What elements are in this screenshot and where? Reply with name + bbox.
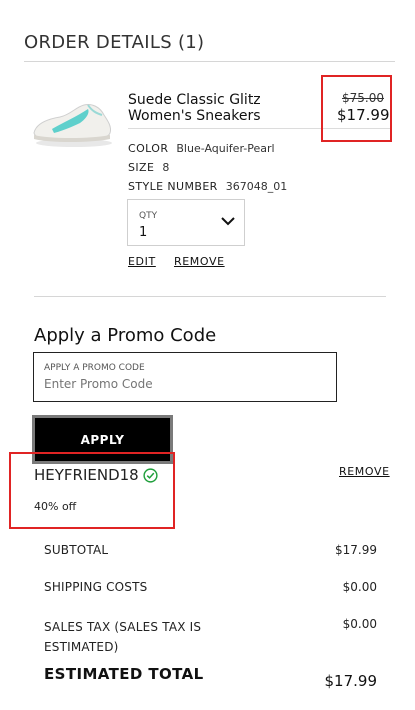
attribute-key: COLOR [128,142,169,155]
shipping-value: $0.00 [342,580,377,594]
attribute-color: COLOR Blue-Aquifer-Pearl [128,142,275,155]
quantity-value: 1 [139,225,148,240]
attribute-value: 367048_01 [225,180,288,193]
estimated-total-label: ESTIMATED TOTAL [44,665,204,683]
estimated-total-value: $17.99 [324,672,378,690]
chevron-down-icon[interactable] [221,216,235,226]
sales-tax-label-line1: SALES TAX (SALES TAX IS [44,620,202,634]
promo-highlight-box [9,452,175,529]
attribute-key: STYLE NUMBER [128,180,218,193]
remove-promo-link[interactable]: REMOVE [339,465,390,478]
promo-field-label: APPLY A PROMO CODE [44,363,145,373]
attribute-style-number: STYLE NUMBER 367048_01 [128,180,287,193]
edit-link[interactable]: EDIT [128,255,156,268]
product-name[interactable]: Suede Classic Glitz Women's Sneakers [128,92,298,124]
attribute-key: SIZE [128,161,155,174]
sales-tax-label: SALES TAX (SALES TAX IS ESTIMATED) [44,617,201,657]
remove-item-link[interactable]: REMOVE [174,255,225,268]
subtotal-label: SUBTOTAL [44,543,109,557]
price-highlight-box [321,75,392,142]
divider [24,61,395,62]
shipping-label: SHIPPING COSTS [44,580,148,594]
divider [34,296,386,297]
subtotal-value: $17.99 [335,543,377,557]
product-name-line2: Women's Sneakers [128,108,261,124]
product-image [33,104,112,147]
sales-tax-label-line2: ESTIMATED) [44,640,119,654]
quantity-label: QTY [139,211,158,221]
product-name-line1: Suede Classic Glitz [128,92,261,108]
attribute-size: SIZE 8 [128,161,169,174]
sales-tax-value: $0.00 [342,617,377,631]
promo-code-input[interactable] [44,377,324,391]
promo-title: Apply a Promo Code [34,325,217,346]
attribute-value: 8 [162,161,170,174]
order-details-header: ORDER DETAILS (1) [24,32,205,53]
attribute-value: Blue-Aquifer-Pearl [176,142,275,155]
